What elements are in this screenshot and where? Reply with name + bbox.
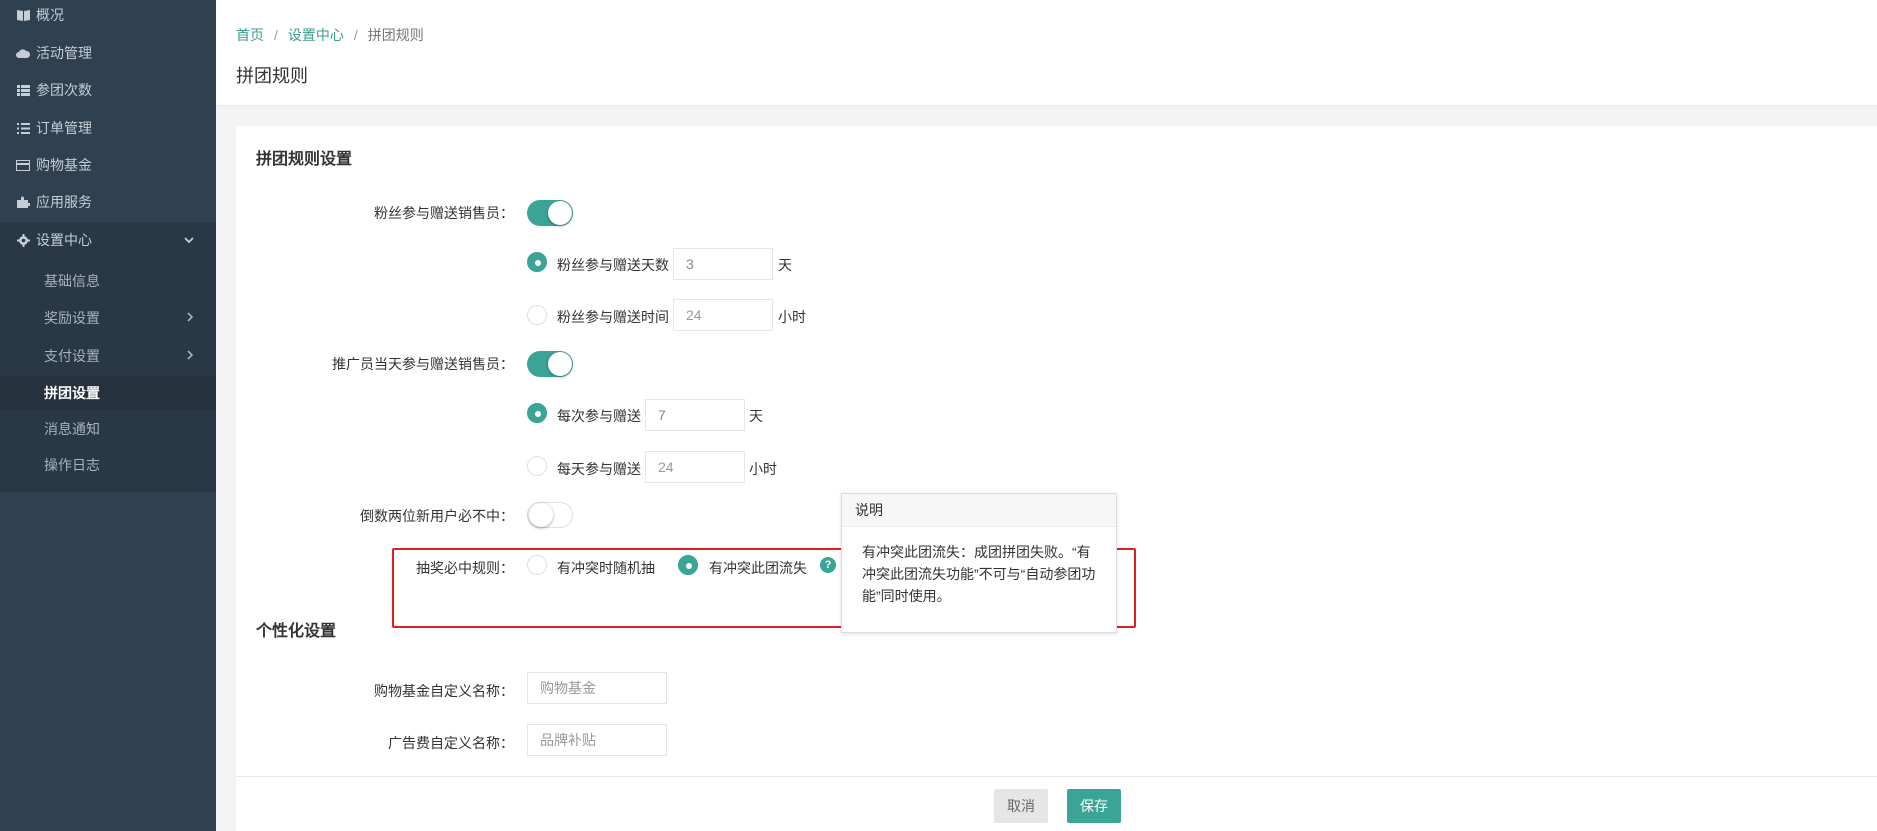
breadcrumb-settings-link[interactable]: 设置中心 xyxy=(288,27,344,43)
fund-name-input[interactable]: 购物基金 xyxy=(527,672,667,704)
sidebar-subitem-label: 拼团设置 xyxy=(44,385,100,401)
page-title: 拼团规则 xyxy=(236,66,308,86)
form-footer: 取消 保存 xyxy=(236,776,1877,831)
sidebar-item-label: 应用服务 xyxy=(36,194,92,210)
puzzle-icon xyxy=(16,195,30,209)
fund-name-label: 购物基金自定义名称： xyxy=(374,683,514,699)
sidebar-item-label: 概况 xyxy=(36,7,64,23)
countdown-label: 倒数两位新用户必不中： xyxy=(360,508,514,524)
breadcrumb-home-link[interactable]: 首页 xyxy=(236,27,264,43)
sidebar-subitem-notice[interactable]: 消息通知 xyxy=(0,412,216,446)
sidebar-subitem-basic[interactable]: 基础信息 xyxy=(0,264,216,298)
sidebar-subitem-log[interactable]: 操作日志 xyxy=(0,448,216,482)
chevron-right-icon xyxy=(187,349,194,363)
breadcrumb-current: 拼团规则 xyxy=(367,27,424,43)
sidebar-subitem-payment[interactable]: 支付设置 xyxy=(0,339,216,373)
ad-name-label: 广告费自定义名称： xyxy=(388,735,514,751)
cloud-icon xyxy=(16,46,30,60)
list-icon xyxy=(16,83,30,97)
book-icon xyxy=(16,8,30,22)
help-popover: 说明 有冲突此团流失：成团拼团失败。“有冲突此团流失功能”不可与“自动参团功能”… xyxy=(841,493,1117,633)
countdown-toggle[interactable] xyxy=(527,502,573,528)
fans-gift-toggle[interactable] xyxy=(527,200,573,226)
sidebar-item-label: 设置中心 xyxy=(36,232,92,248)
sidebar-item-label: 活动管理 xyxy=(36,45,92,61)
fans-days-radio[interactable] xyxy=(527,252,547,272)
promoter-gift-label: 推广员当天参与赠送销售员： xyxy=(332,356,514,372)
cancel-button[interactable]: 取消 xyxy=(994,789,1048,823)
promoter-daily-label: 每天参与赠送 xyxy=(557,461,641,477)
sidebar-item-orders[interactable]: 订单管理 xyxy=(0,110,216,146)
fans-hours-unit: 小时 xyxy=(778,309,806,325)
fans-days-unit: 天 xyxy=(778,257,792,273)
sidebar-subitem-label: 支付设置 xyxy=(44,348,100,364)
promoter-each-unit: 天 xyxy=(749,408,763,424)
fans-days-label: 粉丝参与赠送天数 xyxy=(557,257,669,273)
chevron-down-icon xyxy=(184,233,194,247)
promoter-each-input[interactable]: 7 xyxy=(645,399,745,431)
sidebar-item-label: 购物基金 xyxy=(36,157,92,173)
sidebar-item-label: 订单管理 xyxy=(36,120,92,136)
promoter-each-radio[interactable] xyxy=(527,403,547,423)
save-button[interactable]: 保存 xyxy=(1067,789,1121,823)
popover-title: 说明 xyxy=(842,494,1116,527)
gear-icon xyxy=(16,233,30,247)
sidebar-item-settings[interactable]: 设置中心 xyxy=(0,222,216,258)
settings-panel xyxy=(236,126,1877,776)
fans-hours-radio[interactable] xyxy=(527,305,547,325)
promoter-daily-input[interactable]: 24 xyxy=(645,451,745,483)
sidebar-item-activity[interactable]: 活动管理 xyxy=(0,35,216,71)
sidebar-subitem-label: 基础信息 xyxy=(44,273,100,289)
promoter-gift-toggle[interactable] xyxy=(527,351,573,377)
toggle-knob xyxy=(548,352,572,376)
promoter-daily-unit: 小时 xyxy=(749,461,777,477)
toggle-knob xyxy=(548,201,572,225)
breadcrumb: 首页 / 设置中心 / 拼团规则 xyxy=(236,25,424,45)
sidebar-item-fund[interactable]: 购物基金 xyxy=(0,147,216,183)
sidebar-item-apps[interactable]: 应用服务 xyxy=(0,184,216,220)
sidebar-subitem-label: 消息通知 xyxy=(44,421,100,437)
fans-days-input[interactable]: 3 xyxy=(673,248,773,280)
sidebar-subitem-group[interactable]: 拼团设置 xyxy=(0,376,216,410)
popover-body: 有冲突此团流失：成团拼团失败。“有冲突此团流失功能”不可与“自动参团功能”同时使… xyxy=(862,544,1096,604)
sidebar-subitem-label: 奖励设置 xyxy=(44,310,100,326)
fans-hours-label: 粉丝参与赠送时间 xyxy=(557,309,669,325)
sidebar-subitem-label: 操作日志 xyxy=(44,457,100,473)
fans-hours-input[interactable]: 24 xyxy=(673,299,773,331)
breadcrumb-separator: / xyxy=(353,27,358,43)
fans-gift-label: 粉丝参与赠送销售员： xyxy=(374,205,514,221)
sidebar-item-join-count[interactable]: 参团次数 xyxy=(0,72,216,108)
page-header: 首页 / 设置中心 / 拼团规则 拼团规则 xyxy=(216,0,1877,106)
list-ul-icon xyxy=(16,121,30,135)
rules-section-title: 拼团规则设置 xyxy=(256,151,353,168)
personal-section-title: 个性化设置 xyxy=(256,623,337,640)
promoter-each-label: 每次参与赠送 xyxy=(557,408,641,424)
promoter-daily-radio[interactable] xyxy=(527,456,547,476)
card-icon xyxy=(16,158,30,172)
sidebar-item-overview[interactable]: 概况 xyxy=(0,0,216,33)
sidebar-item-label: 参团次数 xyxy=(36,82,92,98)
toggle-knob xyxy=(529,503,553,527)
chevron-right-icon xyxy=(187,311,194,325)
sidebar: 概况 活动管理 参团次数 订单管理 购物基金 应用服务 设置中心 基础信息 奖励… xyxy=(0,0,216,831)
sidebar-subitem-rewards[interactable]: 奖励设置 xyxy=(0,301,216,335)
breadcrumb-separator: / xyxy=(274,27,278,43)
ad-name-input[interactable]: 品牌补贴 xyxy=(527,724,667,756)
